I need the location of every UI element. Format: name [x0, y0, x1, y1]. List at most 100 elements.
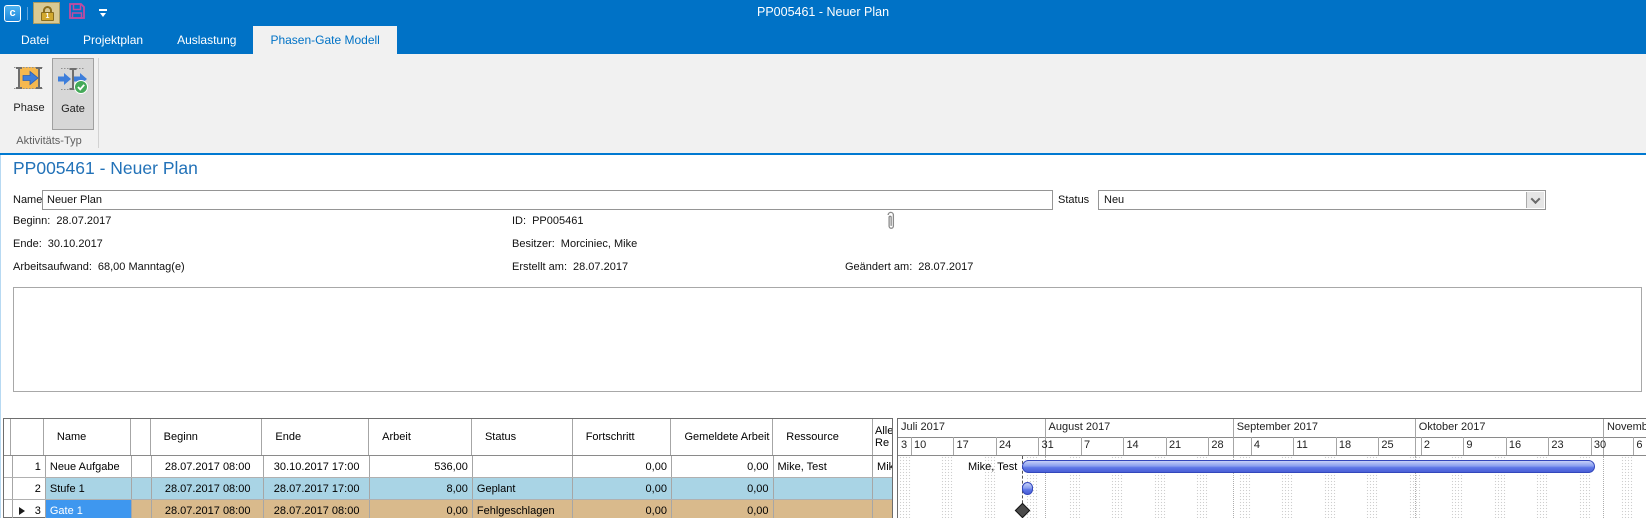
cell-fortschritt[interactable]: 0,00 [573, 478, 672, 499]
week-tick [911, 437, 912, 455]
cell-ende[interactable]: 30.10.2017 17:00 [264, 456, 370, 477]
cell-icon[interactable] [132, 478, 152, 499]
week-tick [1463, 437, 1464, 455]
day-label: 16 [1509, 439, 1521, 451]
save-button[interactable] [65, 2, 89, 24]
column-header-ressource[interactable]: Ressource [773, 419, 873, 455]
app-logo[interactable]: c [4, 5, 21, 22]
cell-beginn[interactable]: 28.07.2017 08:00 [152, 478, 263, 499]
week-tick [1336, 437, 1337, 455]
week-tick [1038, 437, 1039, 455]
day-label: 21 [1169, 439, 1181, 451]
cell-ressource[interactable] [774, 478, 874, 499]
status-dropdown-button[interactable] [1526, 192, 1544, 208]
week-tick [996, 437, 997, 455]
cell-gemeldete_arbeit[interactable]: 0,00 [672, 500, 774, 518]
cell-name[interactable]: Stufe 1 [46, 478, 133, 499]
cell-arbeit[interactable]: 536,00 [370, 456, 473, 477]
phase-button[interactable]: Phase [8, 58, 50, 130]
cell-ende[interactable]: 28.07.2017 17:00 [264, 478, 370, 499]
cell-num[interactable]: 2 [13, 478, 46, 499]
cell-status[interactable] [473, 456, 574, 477]
day-label: 10 [914, 439, 926, 451]
week-tick [953, 437, 954, 455]
day-label: 17 [956, 439, 968, 451]
column-header-status[interactable]: Status [472, 419, 573, 455]
cell-gemeldete_arbeit[interactable]: 0,00 [672, 478, 774, 499]
day-label: 3 [901, 439, 907, 451]
gantt-task-bar[interactable] [1022, 482, 1033, 495]
cell-ressource[interactable]: Mike, Test [774, 456, 874, 477]
column-header-ende[interactable]: Ende [262, 419, 369, 455]
field-label: ID: [512, 215, 526, 227]
status-field-label: Status [1058, 194, 1089, 206]
lock-button[interactable]: 1 [33, 2, 60, 24]
table-row-2[interactable]: 2Stufe 1 28.07.2017 08:0028.07.2017 17:00… [4, 478, 892, 500]
cell-icon[interactable] [132, 456, 152, 477]
cell-beginn[interactable]: 28.07.2017 08:00 [152, 500, 263, 518]
gantt-chart: Juli 2017August 2017September 2017Oktobe… [897, 418, 1646, 518]
month-gridline [1603, 456, 1604, 518]
customize-quick-access-icon[interactable] [97, 9, 109, 17]
ribbon-tab-bar: DateiProjektplanAuslastungPhasen-Gate Mo… [0, 26, 1646, 54]
tab-datei[interactable]: Datei [4, 26, 66, 54]
table-row-3[interactable]: 3Gate 128.07.2017 08:0028.07.2017 08:000… [4, 500, 892, 518]
description-textarea[interactable] [13, 287, 1642, 392]
field-label: Geändert am: [845, 261, 912, 273]
cell-alle[interactable] [873, 500, 892, 518]
month-label: September 2017 [1237, 421, 1318, 433]
toolbar-separator [27, 7, 28, 20]
cell-gemeldete_arbeit[interactable]: 0,00 [672, 456, 774, 477]
tab-auslastung[interactable]: Auslastung [160, 26, 253, 54]
field-value: 28.07.2017 [918, 261, 973, 273]
column-header-name[interactable]: Name [44, 419, 131, 455]
gate-button[interactable]: Gate [52, 58, 94, 130]
cell-name[interactable]: Gate 1 [46, 500, 133, 518]
cell-name[interactable]: Neue Aufgabe [46, 456, 133, 477]
ribbon: PhaseGate Aktivitäts-Typ [0, 54, 1646, 155]
window-left-border [0, 155, 1, 518]
plan-detail-form: PP005461 - Neuer Plan Name Status Neu Be… [0, 155, 1646, 418]
cell-ende[interactable]: 28.07.2017 08:00 [264, 500, 370, 518]
gate-icon [57, 63, 89, 95]
column-header-arbeit[interactable]: Arbeit [369, 419, 472, 455]
cell-ressource[interactable] [774, 500, 874, 518]
day-label: 25 [1381, 439, 1393, 451]
gantt-task-bar[interactable] [1022, 460, 1595, 473]
column-header-alle[interactable]: Alle Re [873, 419, 892, 455]
page-title: PP005461 - Neuer Plan [13, 158, 198, 179]
cell-alle[interactable]: Mik [873, 456, 892, 477]
cell-beginn[interactable]: 28.07.2017 08:00 [152, 456, 263, 477]
cell-alle[interactable] [873, 478, 892, 499]
week-tick [1421, 437, 1422, 455]
paperclip-icon[interactable] [884, 210, 897, 238]
field-beginn: Beginn:28.07.2017 [13, 215, 111, 227]
month-separator [1233, 419, 1234, 455]
gantt-header-divider [898, 437, 1646, 438]
status-dropdown[interactable]: Neu [1098, 190, 1546, 210]
cell-status[interactable]: Fehlgeschlagen [473, 500, 574, 518]
cell-icon[interactable] [132, 500, 152, 518]
cell-status[interactable]: Geplant [473, 478, 574, 499]
cell-num[interactable]: 1 [13, 456, 46, 477]
cell-arbeit[interactable]: 8,00 [370, 478, 473, 499]
table-row-1[interactable]: 1Neue Aufgabe 28.07.2017 08:0030.10.2017 … [4, 456, 892, 478]
day-label: 2 [1424, 439, 1430, 451]
month-label: August 2017 [1049, 421, 1111, 433]
cell-arbeit[interactable]: 0,00 [370, 500, 473, 518]
cell-fortschritt[interactable]: 0,00 [573, 500, 672, 518]
task-grid: Name BeginnEndeArbeitStatusFortschrittGem… [3, 418, 893, 518]
column-header-fortschritt[interactable]: Fortschritt [573, 419, 672, 455]
tab-phasen-gate-modell[interactable]: Phasen-Gate Modell [253, 26, 396, 54]
column-header-gemeldete_arbeit[interactable]: Gemeldete Arbeit [671, 419, 773, 455]
column-header-beginn[interactable]: Beginn [151, 419, 263, 455]
cell-strip[interactable] [4, 478, 13, 499]
tab-projektplan[interactable]: Projektplan [66, 26, 160, 54]
cell-num[interactable]: 3 [13, 500, 46, 518]
quick-access-toolbar: c 1 [0, 0, 109, 26]
current-row-icon [19, 507, 25, 515]
cell-fortschritt[interactable]: 0,00 [573, 456, 672, 477]
cell-strip[interactable] [4, 456, 13, 477]
name-input[interactable] [42, 190, 1053, 210]
cell-strip[interactable] [4, 500, 13, 518]
